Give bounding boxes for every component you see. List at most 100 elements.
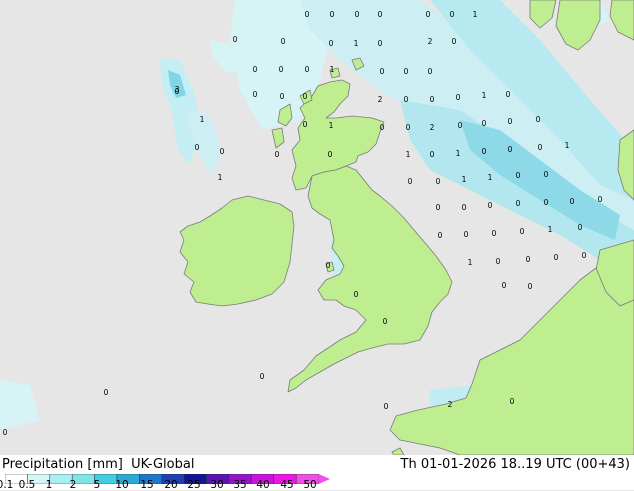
product-title: Precipitation [mm] UK-Global [2,457,194,472]
product-label: Precipitation [mm] [2,457,123,472]
colorbar-tick-label: 10 [115,479,129,491]
colorbar-tick-label: 0.5 [18,479,36,491]
map-value-label: 0 [438,231,443,240]
map-value-label: 0 [502,281,507,290]
map-value-label: 0 [496,257,501,266]
map-value-label: 0 [482,119,487,128]
map-value-label: 0 [436,203,441,212]
map-value-label: 0 [404,95,409,104]
colorbar-tick-label: 45 [280,479,294,491]
colorbar-tick-label: 2 [69,479,77,491]
map-value-label: 0 [233,35,238,44]
map-value-label: 0 [506,90,511,99]
map-value-label: 1 [488,173,493,182]
footer-bar: Precipitation [mm] UK-Global Th 01-01-20… [0,455,634,491]
colorbar-tick-label: 40 [256,479,270,491]
colorbar-tick-label: 0.1 [0,479,14,491]
map-value-label: 0 [528,282,533,291]
map-value-label: 1 [468,258,473,267]
map-value-label: 0 [544,170,549,179]
map-value-label: 0 [544,198,549,207]
map-value-label: 0 [526,255,531,264]
map-value-label: 0 [426,10,431,19]
map-value-label: 2 [378,95,383,104]
map-value-label: 1 [218,173,223,182]
map-value-label: 0 [326,261,331,270]
model-label: UK-Global [131,457,195,472]
map-value-label: 1 [462,175,467,184]
map-value-label: 2 [448,400,453,409]
map-value-label: 0 [516,171,521,180]
map-value-label: 2 [430,123,435,132]
map-value-label: 0 [378,39,383,48]
map-value-label: 0 [378,10,383,19]
map-value-label: 0 [3,428,8,437]
map-value-label: 0 [305,10,310,19]
map-value-label: 0 [508,145,513,154]
map-value-label: 1 [482,91,487,100]
map-value-label: 0 [220,147,225,156]
colorbar-tick-label: 25 [187,479,201,491]
map-value-label: 0 [458,121,463,130]
map-value-label: 0 [281,37,286,46]
colorbar-tick-label: 5 [93,479,101,491]
map-value-label: 0 [482,147,487,156]
map-value-label: 0 [330,10,335,19]
map-value-label: 1 [456,149,461,158]
map-value-label: 0 [404,67,409,76]
map-value-label: 0 [253,90,258,99]
map-value-label: 0 [578,223,583,232]
map-value-label: 0 [408,177,413,186]
map-value-label: 1 [329,121,334,130]
map-value-label: 0 [195,143,200,152]
map-value-label: 0 [538,143,543,152]
map-value-label: 0 [536,115,541,124]
map-value-label: 0 [598,195,603,204]
map-value-label: 0 [253,65,258,74]
map-value-label: 0 [510,397,515,406]
map-value-label: 0 [462,203,467,212]
map-value-label: 0 [436,177,441,186]
map-value-label: 0 [520,227,525,236]
map-value-label: 1 [565,141,570,150]
map-value-label: 0 [492,229,497,238]
colorbar-tick-label: 15 [140,479,154,491]
map-value-label: 0 [305,65,310,74]
map-value-label: 0 [280,92,285,101]
colorbar-tick-label: 35 [233,479,247,491]
map-value-label: 1 [548,225,553,234]
map-value-label: 0 [430,150,435,159]
map-value-label: 0 [488,201,493,210]
map-value-label: 0 [456,93,461,102]
map-value-label: 0 [452,37,457,46]
colorbar-tick-label: 1 [45,479,53,491]
precipitation-map: 0 0 0 0 0 0 10 0 0 1 0 2 00 0 0 1 0 0 030 0 0 2 0 0 0 1 0010 1 0 0 2 0 0… [0,0,634,455]
map-value-label: 2 [428,37,433,46]
map-value-label: 0 [450,10,455,19]
map-value-label: 0 [516,199,521,208]
map-value-label: 0 [260,372,265,381]
map-value-label: 0 [329,39,334,48]
map-value-label: 0 [428,67,433,76]
valid-time: Th 01-01-2026 18..19 UTC (00+43) [400,457,631,472]
map-value-label: 0 [303,92,308,101]
colorbar-tick-label: 30 [210,479,224,491]
map-value-label: 0 [328,150,333,159]
map-value-label: 0 [355,10,360,19]
map-value-label: 1 [330,65,335,74]
map-value-label: 0 [279,65,284,74]
map-value-label: 0 [554,253,559,262]
map-value-label: 0 [383,317,388,326]
map-value-label: 1 [200,115,205,124]
map-value-label: 0 [464,230,469,239]
map-value-label: 1 [473,10,478,19]
map-value-label: 0 [508,117,513,126]
map-value-label: 1 [354,39,359,48]
map-value-label: 0 [384,402,389,411]
map-value-label: 0 [430,95,435,104]
map-value-label: 1 [406,150,411,159]
map-value-label: 0 [380,67,385,76]
map-value-label: 0 [380,123,385,132]
colorbar-tick-label: 50 [303,479,317,491]
map-value-label: 0 [406,123,411,132]
